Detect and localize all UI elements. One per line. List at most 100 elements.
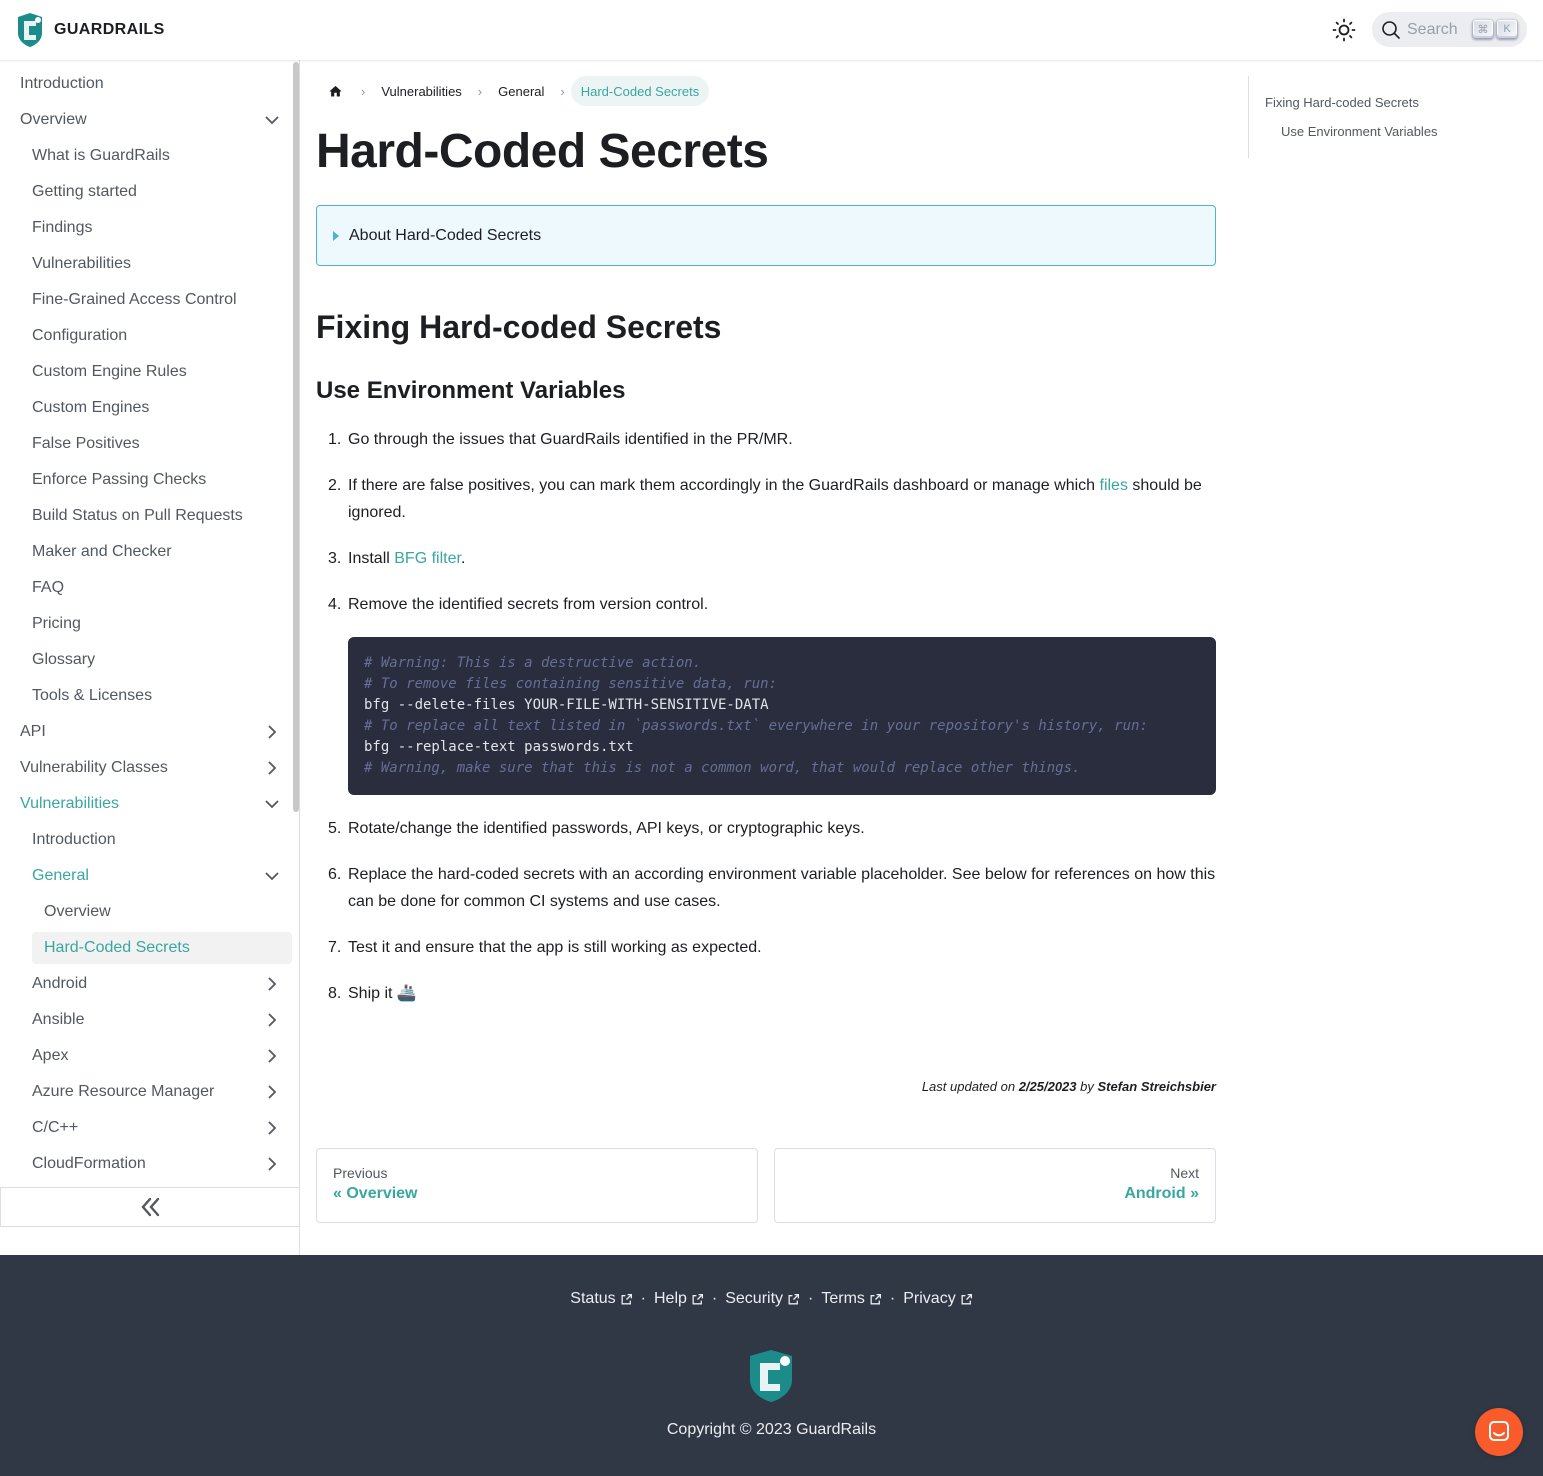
section-heading: Fixing Hard-coded Secrets bbox=[316, 309, 722, 345]
sidebar-item-apex[interactable]: Apex bbox=[32, 1040, 288, 1072]
sidebar-item-custom-engines[interactable]: Custom Engines bbox=[32, 392, 288, 424]
chevron-right-icon[interactable] bbox=[264, 1012, 280, 1028]
external-link-icon bbox=[961, 1293, 972, 1304]
brand-link[interactable]: GUARDRAILS bbox=[16, 13, 165, 47]
footer-link-status[interactable]: Status bbox=[570, 1290, 632, 1308]
pager-label: « Overview bbox=[333, 1185, 418, 1202]
footer-logo-icon[interactable] bbox=[746, 1350, 796, 1402]
sidebar-item-c-cpp[interactable]: C/C++ bbox=[32, 1112, 288, 1144]
files-link[interactable]: files bbox=[1100, 477, 1128, 494]
kbd-cmd: ⌘ bbox=[1473, 20, 1493, 38]
chevron-right-icon[interactable] bbox=[264, 976, 280, 992]
toc-item-fixing[interactable]: Fixing Hard-coded Secrets bbox=[1265, 95, 1419, 110]
chevron-down-icon[interactable] bbox=[264, 796, 280, 812]
home-icon bbox=[329, 85, 342, 96]
bfg-filter-link[interactable]: BFG filter bbox=[394, 550, 461, 567]
about-details-toggle[interactable]: About Hard-Coded Secrets bbox=[316, 205, 1216, 266]
sidebar-item-introduction[interactable]: Introduction bbox=[20, 68, 288, 100]
search-shortcut: ⌘ K bbox=[1469, 20, 1517, 38]
footer-separator: · bbox=[640, 1290, 646, 1307]
sidebar-item-vuln-introduction[interactable]: Introduction bbox=[32, 824, 288, 856]
sidebar-item-findings[interactable]: Findings bbox=[32, 212, 288, 244]
sidebar-item-getting-started[interactable]: Getting started bbox=[32, 176, 288, 208]
chevron-right-icon[interactable] bbox=[264, 1120, 280, 1136]
last-updated-author: Stefan Streichsbier bbox=[1097, 1079, 1217, 1094]
sidebar-item-label: Pricing bbox=[32, 615, 81, 632]
sidebar-item-label: Build Status on Pull Requests bbox=[32, 507, 243, 524]
last-updated-date: 2/25/2023 bbox=[1018, 1079, 1077, 1094]
breadcrumb: › Vulnerabilities › General › Hard-Coded… bbox=[316, 76, 710, 106]
previous-page-link[interactable]: Previous « Overview bbox=[316, 1148, 758, 1223]
sidebar-item-android[interactable]: Android bbox=[32, 968, 288, 1000]
chevron-right-icon[interactable] bbox=[264, 724, 280, 740]
sidebar-item-vulnerabilities[interactable]: Vulnerabilities bbox=[20, 788, 288, 820]
next-page-link[interactable]: Next Android » bbox=[774, 1148, 1216, 1223]
chevron-right-icon[interactable] bbox=[264, 760, 280, 776]
sidebar-item-build-status[interactable]: Build Status on Pull Requests bbox=[32, 500, 288, 532]
table-of-contents: Fixing Hard-coded Secrets Use Environmen… bbox=[1248, 76, 1528, 158]
sidebar-item-azure-resource-manager[interactable]: Azure Resource Manager bbox=[32, 1076, 288, 1108]
sidebar-item-vulnerabilities-overview[interactable]: Vulnerabilities bbox=[32, 248, 288, 280]
pager-label: Android » bbox=[1124, 1185, 1199, 1202]
sidebar-item-configuration[interactable]: Configuration bbox=[32, 320, 288, 352]
sidebar-item-false-positives[interactable]: False Positives bbox=[32, 428, 288, 460]
toc-item-env-vars[interactable]: Use Environment Variables bbox=[1281, 124, 1438, 139]
sidebar-item-pricing[interactable]: Pricing bbox=[32, 608, 288, 640]
breadcrumb-general[interactable]: General bbox=[488, 76, 554, 106]
footer-link-security[interactable]: Security bbox=[725, 1290, 800, 1308]
sidebar-item-what-is-guardrails[interactable]: What is GuardRails bbox=[32, 140, 288, 172]
code-block[interactable]: # Warning: This is a destructive action.… bbox=[348, 637, 1216, 795]
footer-link-terms[interactable]: Terms bbox=[821, 1290, 882, 1308]
chevron-right-icon[interactable] bbox=[264, 1084, 280, 1100]
footer-separator: · bbox=[889, 1290, 896, 1307]
sidebar-item-label: What is GuardRails bbox=[32, 147, 170, 164]
search-button[interactable]: Search ⌘ K bbox=[1372, 12, 1527, 47]
footer-link-help[interactable]: Help bbox=[654, 1290, 704, 1308]
code-line: # Warning: This is a destructive action. bbox=[364, 655, 702, 671]
sidebar-item-tools-licenses[interactable]: Tools & Licenses bbox=[32, 680, 288, 712]
theme-toggle-button[interactable] bbox=[1330, 16, 1358, 44]
search-icon bbox=[1382, 20, 1400, 39]
list-item: 1. Go through the issues that GuardRails … bbox=[328, 431, 793, 448]
page-title: Hard-Coded Secrets bbox=[316, 125, 769, 178]
sidebar-item-overview[interactable]: Overview bbox=[20, 104, 288, 136]
sidebar-item-label: Enforce Passing Checks bbox=[32, 471, 207, 488]
sidebar-item-vulnerability-classes[interactable]: Vulnerability Classes bbox=[20, 752, 288, 784]
chevron-down-icon[interactable] bbox=[264, 868, 280, 884]
last-updated: Last updated on 2/25/2023 by Stefan Stre… bbox=[921, 1079, 1217, 1094]
sidebar-item-label: API bbox=[20, 723, 46, 740]
chat-launcher-button[interactable] bbox=[1475, 1408, 1523, 1456]
sidebar-item-ansible[interactable]: Ansible bbox=[32, 1004, 288, 1036]
sidebar-item-label: Configuration bbox=[32, 327, 128, 344]
sidebar-item-general[interactable]: General bbox=[32, 860, 288, 892]
sidebar-item-maker-checker[interactable]: Maker and Checker bbox=[32, 536, 288, 568]
chevron-right-icon[interactable] bbox=[264, 1156, 280, 1172]
collapse-sidebar-button[interactable] bbox=[0, 1187, 299, 1227]
sidebar-item-label: General bbox=[32, 867, 89, 884]
list-item: 3. Install BFG filter. bbox=[328, 550, 466, 567]
navbar: GUARDRAILS Search ⌘ K bbox=[0, 0, 1543, 60]
sidebar-item-api[interactable]: API bbox=[20, 716, 288, 748]
sidebar-item-fine-grained-access[interactable]: Fine-Grained Access Control bbox=[32, 284, 288, 316]
sidebar-item-custom-engine-rules[interactable]: Custom Engine Rules bbox=[32, 356, 288, 388]
sidebar-item-label: Vulnerabilities bbox=[20, 795, 120, 812]
sidebar-item-hard-coded-secrets[interactable]: Hard-Coded Secrets bbox=[32, 932, 292, 964]
search-placeholder: Search bbox=[1407, 20, 1458, 38]
breadcrumb-vulnerabilities[interactable]: Vulnerabilities bbox=[371, 76, 471, 106]
sidebar-item-label: C/C++ bbox=[32, 1119, 79, 1136]
sidebar-item-enforce-passing-checks[interactable]: Enforce Passing Checks bbox=[32, 464, 288, 496]
sidebar-item-cloudformation[interactable]: CloudFormation bbox=[32, 1148, 288, 1180]
chevron-right-icon[interactable] bbox=[264, 1048, 280, 1064]
sidebar-scrollbar[interactable] bbox=[293, 62, 299, 812]
sidebar-item-label: Ansible bbox=[32, 1011, 85, 1028]
footer-links: Status · Help · Security · Terms · Priva… bbox=[0, 1290, 1543, 1308]
chevron-down-icon[interactable] bbox=[264, 112, 280, 128]
footer-link-privacy[interactable]: Privacy bbox=[903, 1290, 972, 1308]
breadcrumb-home[interactable] bbox=[316, 76, 355, 106]
sidebar-item-faq[interactable]: FAQ bbox=[32, 572, 288, 604]
sidebar-item-general-overview[interactable]: Overview bbox=[44, 896, 288, 928]
sidebar-item-label: Custom Engine Rules bbox=[32, 363, 187, 380]
kbd-k: K bbox=[1497, 20, 1517, 38]
list-item: 6. Replace the hard-coded secrets with an… bbox=[328, 866, 1216, 910]
sidebar-item-glossary[interactable]: Glossary bbox=[32, 644, 288, 676]
